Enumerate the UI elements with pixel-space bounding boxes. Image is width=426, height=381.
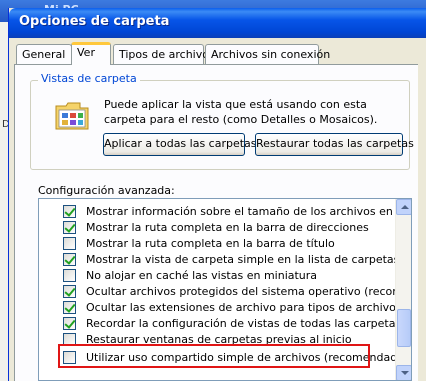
checkbox[interactable] [63,351,76,364]
list-item-label: Ocultar archivos protegidos del sistema … [86,285,411,298]
tab-tipos-de-archivo[interactable]: Tipos de archivo [113,44,209,64]
list-item-label: Mostrar la ruta completa en la barra de … [86,221,369,234]
checkbox[interactable] [63,237,76,250]
checkbox[interactable] [63,205,76,218]
checkbox[interactable] [63,285,76,298]
advanced-settings-list[interactable]: Mostrar información sobre el tamaño de l… [38,198,412,381]
checkbox[interactable] [63,221,76,234]
tab-archivos-label: Archivos sin conexión [211,48,331,61]
tab-tipos-label: Tipos de archivo [119,48,209,61]
restore-all-folders-button[interactable]: Restaurar todas las carpetas [255,133,414,156]
list-item-label: Recordar la configuración de vistas de t… [86,317,402,330]
scroll-down-arrow-icon[interactable] [396,365,411,380]
tab-general[interactable]: General [16,44,72,64]
advanced-settings-label: Configuración avanzada: [38,184,175,197]
folder-views-group-label: Vistas de carpeta [38,72,140,85]
list-item-label: Mostrar la ruta completa en la barra de … [86,237,335,250]
tab-ver-label: Ver [77,46,95,59]
dialog-titlebar[interactable]: Opciones de carpeta [9,8,426,38]
tab-ver[interactable]: Ver [71,42,111,65]
folder-views-icon [55,102,89,130]
list-item-label: Mostrar información sobre el tamaño de l… [86,205,411,218]
scroll-up-arrow-icon[interactable] [396,199,411,215]
tab-general-label: General [22,48,66,61]
checkbox[interactable] [63,317,76,330]
folder-views-description: Puede aplicar la vista que está usando c… [104,98,378,126]
apply-to-all-folders-button[interactable]: Aplicar a todas las carpetas [103,133,257,156]
checkbox[interactable] [63,269,76,282]
scrollbar-thumb[interactable] [397,309,411,347]
checkbox[interactable] [63,253,76,266]
list-item-label: No alojar en caché las vistas en miniatu… [86,269,318,282]
list-item-label: Restaurar ventanas de carpetas previas a… [86,333,352,346]
list-item-label: Ocultar las extensiones de archivo para … [86,301,411,314]
checkbox[interactable] [63,301,76,314]
list-item-label: Mostrar la vista de carpeta simple en la… [86,253,411,266]
checkbox[interactable] [63,333,76,346]
dialog-title: Opciones de carpeta [19,14,170,29]
tab-archivos-sin-conexion[interactable]: Archivos sin conexión [205,44,330,64]
vertical-scrollbar[interactable] [395,199,411,380]
list-item-label: Utilizar uso compartido simple de archiv… [86,351,409,364]
